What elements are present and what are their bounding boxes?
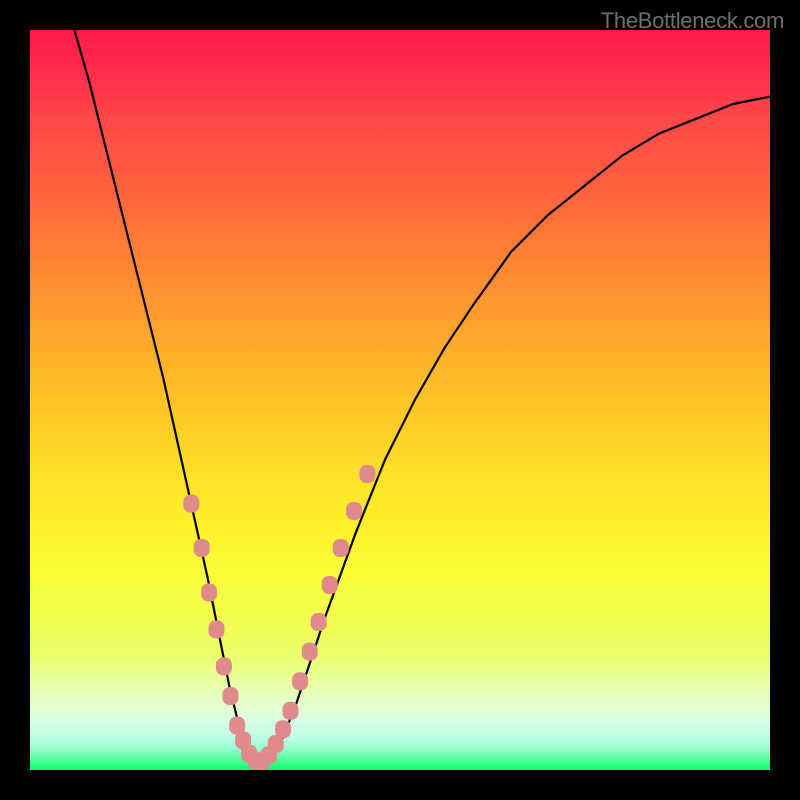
chart-container: TheBottleneck.com [0, 0, 800, 800]
curve-marker [322, 576, 338, 594]
curve-marker [183, 495, 199, 513]
curve-marker [283, 702, 299, 720]
curve-marker [311, 613, 327, 631]
curve-marker [216, 657, 232, 675]
curve-marker [302, 643, 318, 661]
curve-marker [194, 539, 210, 557]
curve-marker [223, 687, 239, 705]
bottleneck-curve [74, 30, 770, 763]
curve-marker [359, 465, 375, 483]
curve-markers [183, 465, 375, 770]
curve-marker [209, 620, 225, 638]
curve-marker [333, 539, 349, 557]
curve-marker [346, 502, 362, 520]
curve-marker [275, 720, 291, 738]
curve-marker [201, 583, 217, 601]
chart-svg [30, 30, 770, 770]
plot-area [30, 30, 770, 770]
attribution-label: TheBottleneck.com [601, 8, 784, 34]
curve-marker [292, 672, 308, 690]
